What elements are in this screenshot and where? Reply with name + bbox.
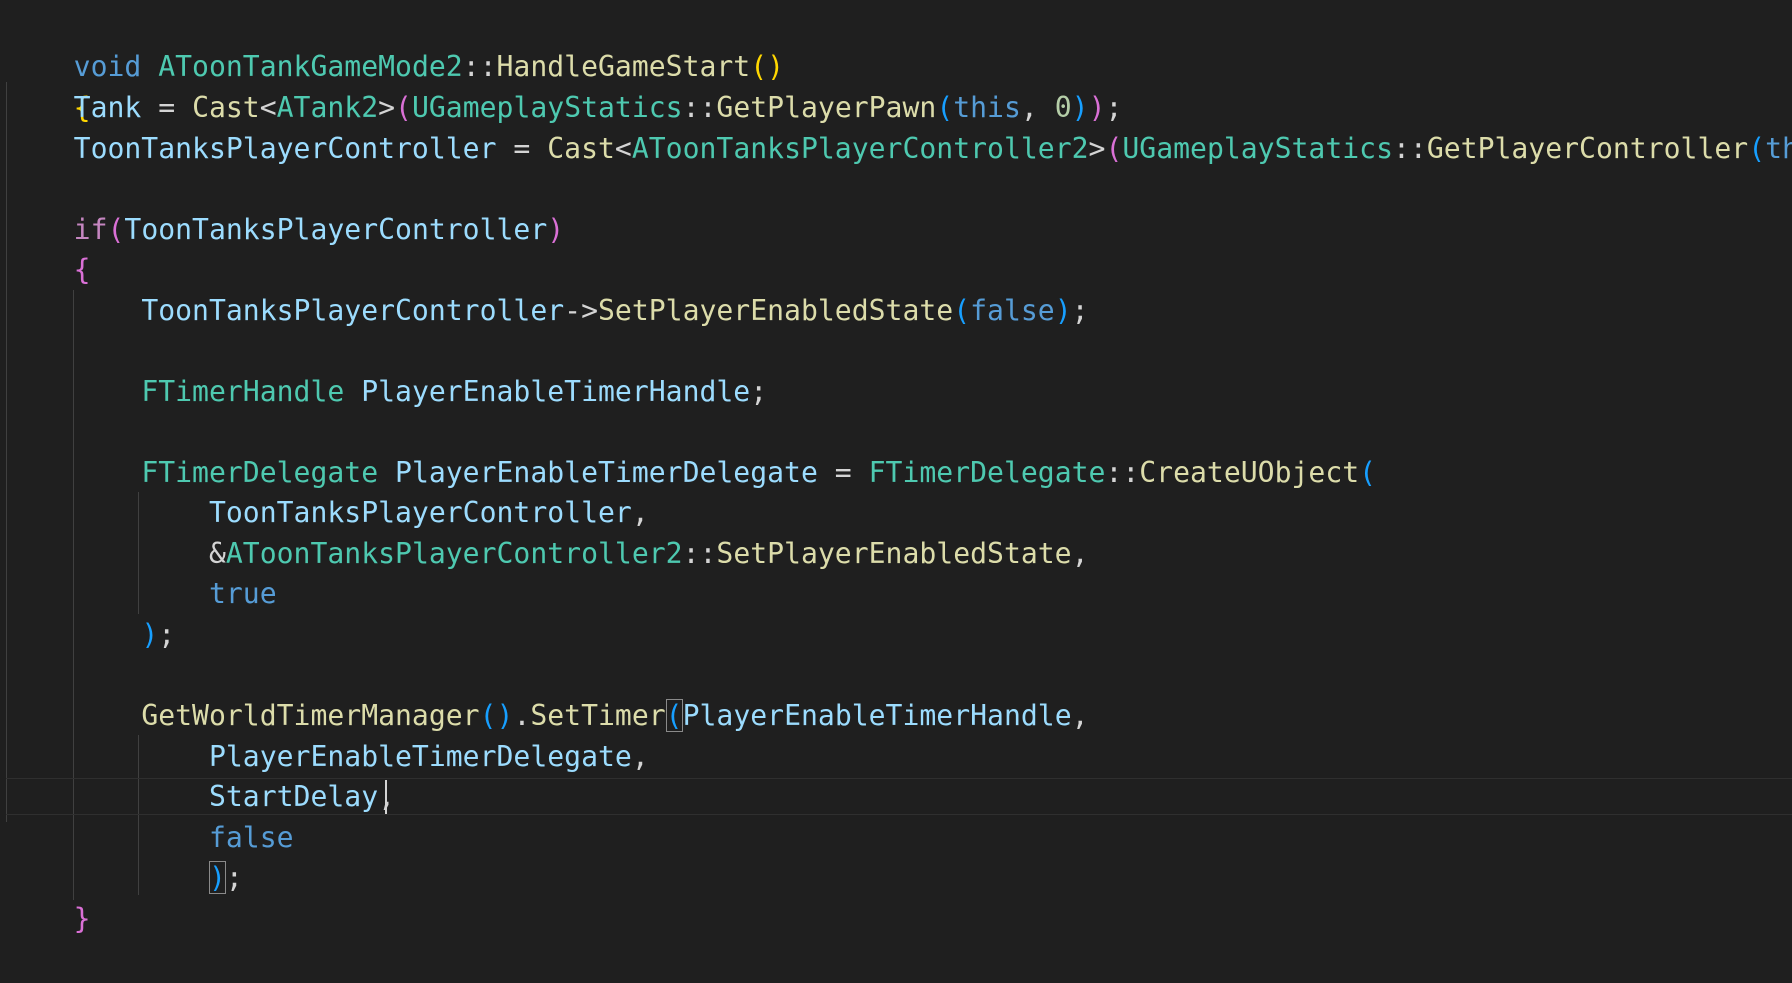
matching-bracket-highlight: ) (208, 861, 226, 894)
code-line-4[interactable]: ToonTanksPlayerController = Cast<AToonTa… (6, 129, 1792, 169)
matching-bracket-highlight: ( (665, 699, 683, 732)
code-line-6[interactable]: if(ToonTanksPlayerController) (6, 210, 565, 250)
code-line-7[interactable]: { (6, 250, 91, 290)
code-line-16[interactable]: ); (6, 615, 175, 655)
code-editor[interactable]: void AToonTankGameMode2::HandleGameStart… (0, 0, 1792, 983)
code-line-15[interactable]: true (6, 574, 277, 614)
code-line-12[interactable]: FTimerDelegate PlayerEnableTimerDelegate… (6, 453, 1376, 493)
code-line-21[interactable]: false (6, 818, 294, 858)
code-line-22[interactable]: ); (6, 858, 243, 898)
code-line-19[interactable]: PlayerEnableTimerDelegate, (6, 737, 649, 777)
code-line-24[interactable]: } (6, 939, 91, 983)
code-line-20[interactable]: StartDelay, (6, 777, 395, 817)
code-line-18[interactable]: GetWorldTimerManager().SetTimer(PlayerEn… (6, 696, 1089, 736)
code-line-1[interactable]: void AToonTankGameMode2::HandleGameStart… (6, 7, 784, 83)
code-line-13[interactable]: ToonTanksPlayerController, (6, 493, 649, 533)
text-cursor (385, 780, 387, 814)
code-line-23[interactable]: } (6, 899, 91, 939)
code-line-14[interactable]: &AToonTanksPlayerController2::SetPlayerE… (6, 534, 1089, 574)
code-line-2[interactable]: { (6, 48, 91, 124)
code-line-3[interactable]: Tank = Cast<ATank2>(UGameplayStatics::Ge… (6, 88, 1123, 128)
code-line-10[interactable]: FTimerHandle PlayerEnableTimerHandle; (6, 372, 767, 412)
code-line-8[interactable]: ToonTanksPlayerController->SetPlayerEnab… (6, 291, 1088, 331)
